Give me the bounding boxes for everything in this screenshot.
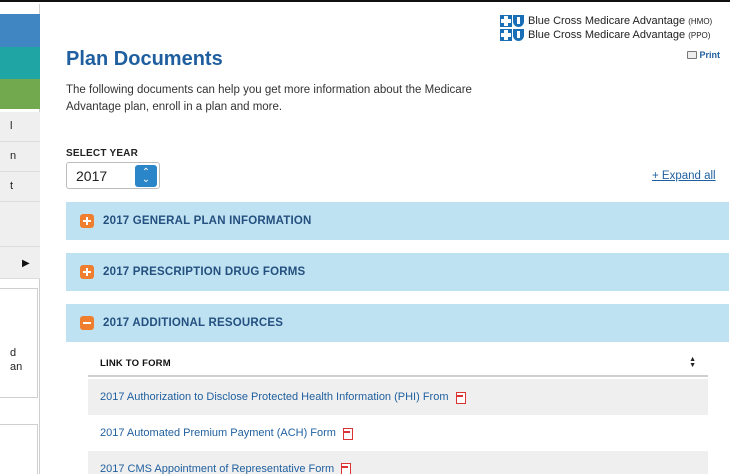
sidebar-tab-blue[interactable]	[0, 14, 40, 47]
form-link[interactable]: 2017 Automated Premium Payment (ACH) For…	[100, 427, 336, 439]
sidebar-box: d an	[0, 288, 38, 398]
brand-suffix: (PPO)	[688, 30, 711, 40]
form-link[interactable]: 2017 Authorization to Disclose Protected…	[100, 391, 449, 403]
printer-icon	[687, 51, 698, 59]
triangle-right-icon: ▶	[22, 258, 30, 269]
sidebar-tab-teal[interactable]	[0, 47, 40, 79]
plus-icon	[80, 265, 94, 279]
accordion-additional-resources[interactable]: 2017 ADDITIONAL RESOURCES	[66, 304, 729, 342]
sidebar-item-4[interactable]	[0, 202, 40, 247]
accordion-title: 2017 ADDITIONAL RESOURCES	[103, 317, 284, 329]
brand-name: Blue Cross Medicare Advantage	[528, 15, 686, 27]
sidebar-item-label: n	[10, 150, 17, 162]
print-label: Print	[699, 50, 720, 60]
brand-name: Blue Cross Medicare Advantage	[528, 29, 686, 41]
expand-all-link[interactable]: + Expand all	[652, 170, 716, 182]
blue-cross-shield-logo-icon	[500, 15, 524, 27]
plus-icon	[80, 214, 94, 228]
form-link[interactable]: 2017 CMS Appointment of Representative F…	[100, 463, 334, 474]
select-year-label: SELECT YEAR	[66, 148, 139, 159]
sidebar-tab-green[interactable]	[0, 79, 40, 109]
blue-cross-shield-logo-icon	[500, 29, 524, 41]
sidebar-item-1[interactable]: l	[0, 112, 40, 142]
table-row: 2017 Authorization to Disclose Protected…	[88, 379, 708, 415]
sidebar-item-expandable[interactable]	[0, 247, 40, 279]
page-title: Plan Documents	[66, 48, 223, 70]
sidebar-item-3[interactable]: t	[0, 172, 40, 202]
brand-line-hmo: Blue Cross Medicare Advantage (HMO)	[500, 14, 722, 28]
column-header-link-to-form: LINK TO FORM	[100, 357, 171, 369]
sort-icon[interactable]: ▲ ▼	[689, 356, 696, 369]
sidebar-box-lower	[0, 424, 38, 474]
accordion-general-plan-information[interactable]: 2017 GENERAL PLAN INFORMATION	[66, 202, 729, 240]
table-row: 2017 Automated Premium Payment (ACH) For…	[88, 415, 708, 451]
minus-icon	[80, 316, 94, 330]
pdf-icon	[455, 391, 466, 404]
year-select[interactable]: 2017 ⌃ ⌄	[66, 162, 160, 189]
accordion-title: 2017 PRESCRIPTION DRUG FORMS	[103, 266, 306, 278]
left-sidebar: l n t ▶ d an	[0, 4, 40, 474]
pdf-icon	[342, 427, 353, 440]
print-button[interactable]: Print	[687, 50, 720, 60]
accordion-title: 2017 GENERAL PLAN INFORMATION	[103, 215, 312, 227]
table-header: LINK TO FORM ▲ ▼	[88, 351, 708, 377]
chevron-up-down-icon[interactable]: ⌃ ⌄	[135, 164, 157, 187]
table-row: 2017 CMS Appointment of Representative F…	[88, 451, 708, 474]
brand-suffix: (HMO)	[688, 16, 713, 26]
accordion-prescription-drug-forms[interactable]: 2017 PRESCRIPTION DRUG FORMS	[66, 253, 729, 291]
sidebar-item-label: l	[10, 120, 13, 132]
sidebar-item-label: t	[10, 180, 14, 192]
brand-line-ppo: Blue Cross Medicare Advantage (PPO)	[500, 28, 722, 42]
brand-logos: Blue Cross Medicare Advantage (HMO) Blue…	[500, 14, 722, 60]
page-frame: l n t ▶ d an Blue Cross Medicare Advanta…	[0, 0, 730, 474]
pdf-icon	[340, 463, 352, 474]
intro-text: The following documents can help you get…	[66, 84, 472, 113]
sidebar-box-text: an	[10, 361, 23, 373]
sidebar-item-2[interactable]: n	[0, 142, 40, 172]
year-select-value: 2017	[76, 167, 108, 184]
sidebar-box-text: d	[10, 347, 17, 359]
